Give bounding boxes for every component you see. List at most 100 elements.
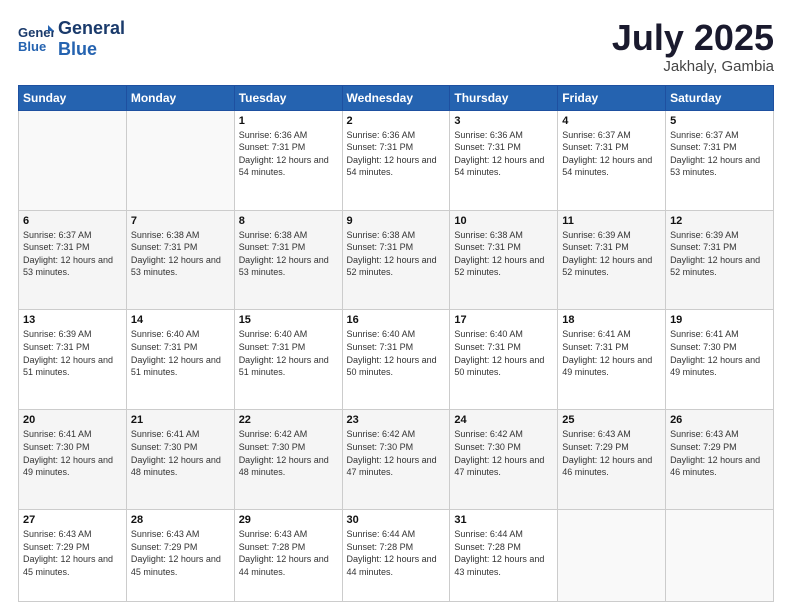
day-number: 20 <box>23 414 122 426</box>
day-number: 1 <box>239 115 338 127</box>
day-number: 30 <box>347 514 446 526</box>
day-number: 3 <box>454 115 553 127</box>
day-number: 21 <box>131 414 230 426</box>
calendar-cell: 4Sunrise: 6:37 AM Sunset: 7:31 PM Daylig… <box>558 110 666 210</box>
calendar-cell: 18 Sunrise: 6:41 AM Sunset: 7:31 PM Dayli… <box>558 310 666 410</box>
calendar-week-row: 27 Sunrise: 6:43 AM Sunset: 7:29 PM Dayli… <box>19 510 774 602</box>
location: Jakhaly, Gambia <box>612 58 774 75</box>
day-info: Sunrise: 6:36 AM Sunset: 7:31 PM Dayligh… <box>454 129 553 179</box>
day-number: 8 <box>239 215 338 227</box>
weekday-header: Wednesday <box>342 85 450 110</box>
weekday-header: Sunday <box>19 85 127 110</box>
day-number: 26 <box>670 414 769 426</box>
calendar-cell: 1 Sunrise: 6:36 AM Sunset: 7:31 PM Daylig… <box>234 110 342 210</box>
calendar-cell: 9Sunrise: 6:38 AM Sunset: 7:31 PM Daylig… <box>342 210 450 310</box>
calendar-week-row: 13 Sunrise: 6:39 AM Sunset: 7:31 PM Dayli… <box>19 310 774 410</box>
day-info: Sunrise: 6:39 AM Sunset: 7:31 PM Dayligh… <box>562 229 661 279</box>
calendar-cell: 6 Sunrise: 6:37 AM Sunset: 7:31 PM Daylig… <box>19 210 127 310</box>
calendar-cell: 25 Sunrise: 6:43 AM Sunset: 7:29 PM Dayli… <box>558 410 666 510</box>
day-info: Sunrise: 6:38 AM Sunset: 7:31 PM Dayligh… <box>131 229 230 279</box>
calendar-cell: 15 Sunrise: 6:40 AM Sunset: 7:31 PM Dayli… <box>234 310 342 410</box>
calendar-cell: 28 Sunrise: 6:43 AM Sunset: 7:29 PM Dayli… <box>126 510 234 602</box>
day-number: 25 <box>562 414 661 426</box>
day-number: 15 <box>239 314 338 326</box>
day-number: 9 <box>347 215 446 227</box>
day-number: 29 <box>239 514 338 526</box>
calendar-cell: 17 Sunrise: 6:40 AM Sunset: 7:31 PM Dayli… <box>450 310 558 410</box>
day-number: 11 <box>562 215 661 227</box>
logo-line2: Blue <box>58 39 125 60</box>
day-info: Sunrise: 6:42 AM Sunset: 7:30 PM Dayligh… <box>454 428 553 478</box>
day-number: 18 <box>562 314 661 326</box>
day-number: 23 <box>347 414 446 426</box>
day-number: 17 <box>454 314 553 326</box>
weekday-header: Tuesday <box>234 85 342 110</box>
day-number: 2 <box>347 115 446 127</box>
day-info: Sunrise: 6:41 AM Sunset: 7:30 PM Dayligh… <box>131 428 230 478</box>
day-number: 22 <box>239 414 338 426</box>
calendar-week-row: 1 Sunrise: 6:36 AM Sunset: 7:31 PM Daylig… <box>19 110 774 210</box>
calendar-cell: 21 Sunrise: 6:41 AM Sunset: 7:30 PM Dayli… <box>126 410 234 510</box>
calendar-week-row: 6 Sunrise: 6:37 AM Sunset: 7:31 PM Daylig… <box>19 210 774 310</box>
weekday-header-row: SundayMondayTuesdayWednesdayThursdayFrid… <box>19 85 774 110</box>
day-number: 28 <box>131 514 230 526</box>
day-info: Sunrise: 6:41 AM Sunset: 7:30 PM Dayligh… <box>670 328 769 378</box>
day-number: 16 <box>347 314 446 326</box>
day-info: Sunrise: 6:40 AM Sunset: 7:31 PM Dayligh… <box>239 328 338 378</box>
day-info: Sunrise: 6:43 AM Sunset: 7:29 PM Dayligh… <box>131 528 230 578</box>
day-info: Sunrise: 6:43 AM Sunset: 7:28 PM Dayligh… <box>239 528 338 578</box>
month-title: July 2025 <box>612 18 774 58</box>
calendar-cell: 24 Sunrise: 6:42 AM Sunset: 7:30 PM Dayli… <box>450 410 558 510</box>
day-info: Sunrise: 6:39 AM Sunset: 7:31 PM Dayligh… <box>23 328 122 378</box>
calendar-cell <box>558 510 666 602</box>
day-info: Sunrise: 6:40 AM Sunset: 7:31 PM Dayligh… <box>454 328 553 378</box>
calendar-cell: 5Sunrise: 6:37 AM Sunset: 7:31 PM Daylig… <box>666 110 774 210</box>
calendar-cell: 8Sunrise: 6:38 AM Sunset: 7:31 PM Daylig… <box>234 210 342 310</box>
day-info: Sunrise: 6:40 AM Sunset: 7:31 PM Dayligh… <box>347 328 446 378</box>
day-number: 7 <box>131 215 230 227</box>
calendar-cell: 26 Sunrise: 6:43 AM Sunset: 7:29 PM Dayli… <box>666 410 774 510</box>
weekday-header: Saturday <box>666 85 774 110</box>
calendar-cell: 11 Sunrise: 6:39 AM Sunset: 7:31 PM Dayli… <box>558 210 666 310</box>
day-number: 13 <box>23 314 122 326</box>
day-info: Sunrise: 6:44 AM Sunset: 7:28 PM Dayligh… <box>454 528 553 578</box>
day-info: Sunrise: 6:36 AM Sunset: 7:31 PM Dayligh… <box>239 129 338 179</box>
calendar-cell <box>126 110 234 210</box>
day-info: Sunrise: 6:44 AM Sunset: 7:28 PM Dayligh… <box>347 528 446 578</box>
calendar-cell: 14 Sunrise: 6:40 AM Sunset: 7:31 PM Dayli… <box>126 310 234 410</box>
day-info: Sunrise: 6:37 AM Sunset: 7:31 PM Dayligh… <box>562 129 661 179</box>
calendar-cell: 27Sunrise: 6:43 AM Sunset: 7:29 PM Dayli… <box>19 510 127 602</box>
day-number: 6 <box>23 215 122 227</box>
calendar-week-row: 20 Sunrise: 6:41 AM Sunset: 7:30 PM Dayli… <box>19 410 774 510</box>
day-number: 14 <box>131 314 230 326</box>
day-number: 27 <box>23 514 122 526</box>
day-info: Sunrise: 6:43 AM Sunset: 7:29 PM Dayligh… <box>562 428 661 478</box>
day-number: 24 <box>454 414 553 426</box>
header: General Blue General Blue July 2025 Jakh… <box>18 18 774 75</box>
calendar-cell: 22 Sunrise: 6:42 AM Sunset: 7:30 PM Dayli… <box>234 410 342 510</box>
day-info: Sunrise: 6:43 AM Sunset: 7:29 PM Dayligh… <box>670 428 769 478</box>
day-info: Sunrise: 6:42 AM Sunset: 7:30 PM Dayligh… <box>239 428 338 478</box>
title-block: July 2025 Jakhaly, Gambia <box>612 18 774 75</box>
calendar-cell: 23 Sunrise: 6:42 AM Sunset: 7:30 PM Dayli… <box>342 410 450 510</box>
calendar-cell: 29 Sunrise: 6:43 AM Sunset: 7:28 PM Dayli… <box>234 510 342 602</box>
day-number: 10 <box>454 215 553 227</box>
day-number: 12 <box>670 215 769 227</box>
calendar-cell: 12Sunrise: 6:39 AM Sunset: 7:31 PM Dayli… <box>666 210 774 310</box>
logo-icon: General Blue <box>18 21 54 57</box>
day-info: Sunrise: 6:41 AM Sunset: 7:31 PM Dayligh… <box>562 328 661 378</box>
calendar-cell <box>19 110 127 210</box>
logo: General Blue General Blue <box>18 18 125 59</box>
day-info: Sunrise: 6:37 AM Sunset: 7:31 PM Dayligh… <box>23 229 122 279</box>
calendar-cell: 10Sunrise: 6:38 AM Sunset: 7:31 PM Dayli… <box>450 210 558 310</box>
logo-line1: General <box>58 18 125 39</box>
calendar-cell: 19 Sunrise: 6:41 AM Sunset: 7:30 PM Dayli… <box>666 310 774 410</box>
calendar-cell: 31 Sunrise: 6:44 AM Sunset: 7:28 PM Dayli… <box>450 510 558 602</box>
page: General Blue General Blue July 2025 Jakh… <box>0 0 792 612</box>
day-number: 19 <box>670 314 769 326</box>
day-info: Sunrise: 6:41 AM Sunset: 7:30 PM Dayligh… <box>23 428 122 478</box>
calendar-cell: 16 Sunrise: 6:40 AM Sunset: 7:31 PM Dayli… <box>342 310 450 410</box>
day-number: 31 <box>454 514 553 526</box>
day-info: Sunrise: 6:42 AM Sunset: 7:30 PM Dayligh… <box>347 428 446 478</box>
day-info: Sunrise: 6:40 AM Sunset: 7:31 PM Dayligh… <box>131 328 230 378</box>
